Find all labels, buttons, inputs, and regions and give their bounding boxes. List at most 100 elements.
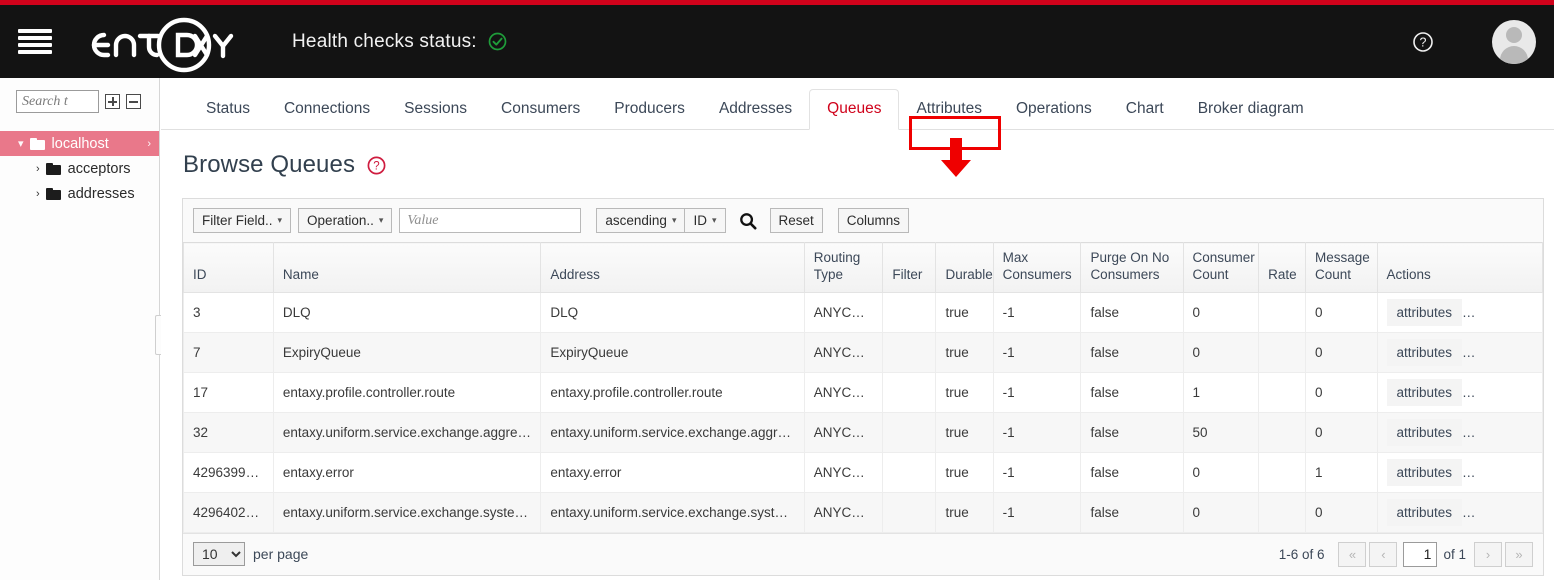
cell-name[interactable]: entaxy.uniform.service.exchange.system2 <box>273 492 541 532</box>
cell-routing-type: ANYCAST <box>804 412 883 452</box>
column-header-address[interactable]: Address <box>541 243 804 293</box>
sidebar-item-localhost[interactable]: ▾ localhost › <box>0 131 159 156</box>
folder-icon <box>30 138 45 150</box>
table-row[interactable]: 7ExpiryQueueExpiryQueueANYCASTtrue-1fals… <box>184 332 1543 372</box>
search-input[interactable] <box>16 90 99 113</box>
chevron-down-icon: ▾ <box>712 215 717 226</box>
cell-address[interactable]: DLQ <box>541 292 804 332</box>
table-row[interactable]: 3DLQDLQANYCASTtrue-1false00attributesope… <box>184 292 1543 332</box>
cell-routing-type: ANYCAST <box>804 372 883 412</box>
attributes-action-link[interactable]: attributes <box>1387 299 1463 326</box>
chevron-right-icon[interactable]: › <box>36 163 40 175</box>
column-header-purge-on-no-consumers[interactable]: Purge On No Consumers <box>1081 243 1183 293</box>
sidebar-item-acceptors[interactable]: › acceptors <box>0 156 159 181</box>
cell-filter <box>883 492 936 532</box>
tab-consumers[interactable]: Consumers <box>484 101 597 130</box>
cell-actions: attributesoperations <box>1377 492 1543 532</box>
tab-broker-diagram[interactable]: Broker diagram <box>1181 101 1321 130</box>
cell-filter <box>883 332 936 372</box>
tab-status[interactable]: Status <box>189 101 267 130</box>
tab-chart[interactable]: Chart <box>1109 101 1181 130</box>
question-circle-icon[interactable]: ? <box>1412 31 1434 53</box>
column-header-consumer-count[interactable]: Consumer Count <box>1183 243 1259 293</box>
tab-queues[interactable]: Queues <box>809 89 899 131</box>
cell-address[interactable]: entaxy.profile.controller.route <box>541 372 804 412</box>
cell-name[interactable]: entaxy.uniform.service.exchange.aggregat… <box>273 412 541 452</box>
chevron-down-icon: ▾ <box>379 215 384 226</box>
columns-button[interactable]: Columns <box>838 208 909 233</box>
tab-operations[interactable]: Operations <box>999 101 1109 130</box>
sidebar-item-label: addresses <box>68 186 135 202</box>
operation-dropdown[interactable]: Operation.. ▾ <box>298 208 392 233</box>
cell-address[interactable]: entaxy.uniform.service.exchange.system2 <box>541 492 804 532</box>
column-header-actions[interactable]: Actions <box>1377 243 1543 293</box>
cell-address[interactable]: entaxy.error <box>541 452 804 492</box>
column-header-name[interactable]: Name <box>273 243 541 293</box>
column-header-id[interactable]: ID <box>184 243 274 293</box>
sort-direction-dropdown[interactable]: ascending ▾ <box>596 208 685 233</box>
entaxy-logo[interactable] <box>74 11 242 73</box>
column-header-filter[interactable]: Filter <box>883 243 936 293</box>
table-row[interactable]: 4296402691entaxy.uniform.service.exchang… <box>184 492 1543 532</box>
cell-rate <box>1259 492 1306 532</box>
column-header-durable[interactable]: Durable <box>936 243 993 293</box>
chevron-right-icon[interactable]: › <box>36 188 40 200</box>
next-page-button[interactable]: › <box>1474 542 1502 567</box>
cell-routing-type: ANYCAST <box>804 492 883 532</box>
table-row[interactable]: 17entaxy.profile.controller.routeentaxy.… <box>184 372 1543 412</box>
per-page-select[interactable]: 5102050 <box>193 542 245 566</box>
tab-producers[interactable]: Producers <box>597 101 702 130</box>
main-tabs: Status Connections Sessions Consumers Pr… <box>161 78 1554 130</box>
pagination: 1-6 of 6 « ‹ of 1 › » <box>1279 542 1533 567</box>
cell-max-consumers: -1 <box>993 412 1081 452</box>
reset-button[interactable]: Reset <box>770 208 823 233</box>
search-icon[interactable] <box>735 208 761 233</box>
tab-sessions[interactable]: Sessions <box>387 101 484 130</box>
page-number-input[interactable] <box>1403 542 1437 567</box>
attributes-action-link[interactable]: attributes <box>1387 379 1463 406</box>
last-page-button[interactable]: » <box>1505 542 1533 567</box>
table-header-row: ID Name Address Routing Type Filter Dura… <box>184 243 1543 293</box>
attributes-action-link[interactable]: attributes <box>1387 419 1463 446</box>
cell-name[interactable]: ExpiryQueue <box>273 332 541 372</box>
avatar[interactable] <box>1492 20 1536 64</box>
table-row[interactable]: 4296399622entaxy.errorentaxy.errorANYCAS… <box>184 452 1543 492</box>
cell-name[interactable]: entaxy.profile.controller.route <box>273 372 541 412</box>
cell-max-consumers: -1 <box>993 452 1081 492</box>
hamburger-icon[interactable] <box>18 29 52 55</box>
chevron-right-icon[interactable]: › <box>147 138 151 150</box>
cell-rate <box>1259 292 1306 332</box>
column-header-routing-type[interactable]: Routing Type <box>804 243 883 293</box>
folder-icon <box>46 188 61 200</box>
column-header-max-consumers[interactable]: Max Consumers <box>993 243 1081 293</box>
cell-address[interactable]: ExpiryQueue <box>541 332 804 372</box>
cell-max-consumers: -1 <box>993 372 1081 412</box>
attributes-action-link[interactable]: attributes <box>1387 339 1463 366</box>
cell-name[interactable]: DLQ <box>273 292 541 332</box>
chevron-down-icon[interactable]: ▾ <box>18 137 24 150</box>
tab-addresses[interactable]: Addresses <box>702 101 809 130</box>
prev-page-button[interactable]: ‹ <box>1369 542 1397 567</box>
tab-connections[interactable]: Connections <box>267 101 387 130</box>
sort-field-dropdown[interactable]: ID ▾ <box>685 208 725 233</box>
sidebar-item-addresses[interactable]: › addresses <box>0 181 159 206</box>
cell-address[interactable]: entaxy.uniform.service.exchange.aggregat… <box>541 412 804 452</box>
column-header-rate[interactable]: Rate <box>1259 243 1306 293</box>
cell-name[interactable]: entaxy.error <box>273 452 541 492</box>
cell-rate <box>1259 412 1306 452</box>
expand-all-icon[interactable] <box>105 94 120 109</box>
cell-consumer-count: 1 <box>1183 372 1259 412</box>
attributes-action-link[interactable]: attributes <box>1387 459 1463 486</box>
table-row[interactable]: 32entaxy.uniform.service.exchange.aggreg… <box>184 412 1543 452</box>
first-page-button[interactable]: « <box>1338 542 1366 567</box>
attributes-action-link[interactable]: attributes <box>1387 499 1463 526</box>
collapse-all-icon[interactable] <box>126 94 141 109</box>
chevron-down-icon: ▾ <box>278 215 283 226</box>
column-header-message-count[interactable]: Message Count <box>1306 243 1377 293</box>
filter-field-dropdown[interactable]: Filter Field.. ▾ <box>193 208 291 233</box>
filter-value-input[interactable] <box>399 208 581 233</box>
app-header: Health checks status: ? <box>0 5 1554 78</box>
tab-attributes[interactable]: Attributes <box>899 101 998 130</box>
queues-table: ID Name Address Routing Type Filter Dura… <box>183 242 1543 533</box>
question-circle-icon[interactable]: ? <box>367 156 386 175</box>
